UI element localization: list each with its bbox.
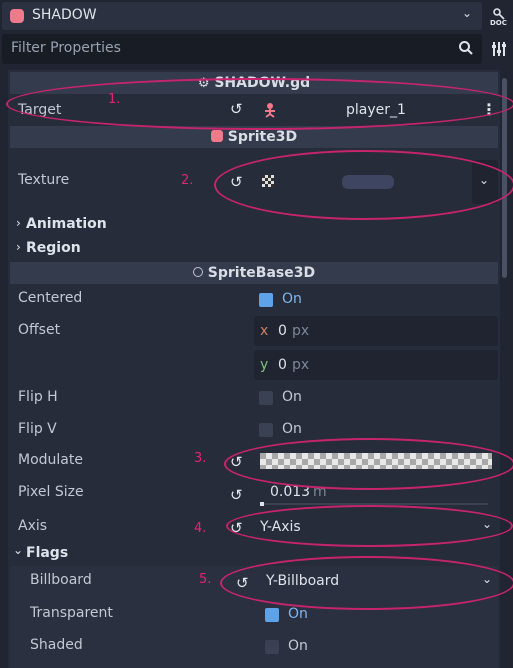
modulate-color-swatch[interactable]: [260, 453, 492, 469]
axis-value[interactable]: Y-Axis: [260, 519, 301, 535]
texture-label: Texture: [18, 172, 70, 188]
annotation-number: 3.: [194, 451, 207, 466]
billboard-label: Billboard: [30, 572, 92, 588]
spritebase-section-header: SpriteBase3D: [10, 262, 498, 284]
pixel-size-slider-track[interactable]: [260, 503, 488, 505]
filter-placeholder: Filter Properties: [11, 40, 121, 56]
revert-icon[interactable]: ↺: [230, 173, 243, 191]
revert-icon[interactable]: ↺: [230, 519, 243, 537]
sprite-icon: [210, 130, 223, 142]
pixel-size-value[interactable]: 0.013: [270, 484, 310, 500]
node-type-icon: [262, 102, 278, 118]
script-section-header: ⚙ SHADOW.gd: [10, 72, 498, 94]
flip-v-label: Flip V: [18, 421, 57, 437]
centered-value: On: [282, 291, 302, 307]
circle-icon: [192, 267, 203, 277]
spritebase-section-title: SpriteBase3D: [207, 265, 316, 281]
chevron-right-icon[interactable]: ›: [16, 240, 21, 254]
offset-y-unit: px: [292, 357, 310, 373]
transparent-checkbox[interactable]: [265, 608, 279, 622]
offset-x-unit: px: [292, 323, 310, 339]
annotation-number: 1.: [108, 92, 121, 107]
flip-h-label: Flip H: [18, 389, 58, 405]
more-options-icon[interactable]: ⋮: [481, 100, 497, 119]
pixel-size-unit: m: [313, 484, 327, 500]
tools-icon[interactable]: [490, 40, 508, 58]
annotation-number: 5.: [199, 572, 212, 587]
transparent-label: Transparent: [30, 605, 113, 621]
chevron-down-icon[interactable]: ⌄: [482, 517, 492, 531]
chevron-down-icon[interactable]: ⌄: [13, 543, 23, 557]
chevron-down-icon[interactable]: ⌄: [482, 572, 492, 586]
texture-preview[interactable]: [342, 175, 394, 189]
revert-icon[interactable]: ↺: [230, 100, 243, 118]
offset-x-value: 0: [278, 323, 287, 339]
chevron-down-icon[interactable]: ⌄: [479, 173, 489, 187]
scrollbar-thumb[interactable]: [502, 78, 507, 278]
revert-icon[interactable]: ↺: [230, 453, 243, 471]
node-name: SHADOW: [32, 7, 97, 23]
animation-group[interactable]: Animation: [26, 216, 107, 232]
flags-group[interactable]: Flags: [26, 545, 68, 561]
modulate-label: Modulate: [18, 452, 83, 468]
centered-label: Centered: [18, 290, 83, 306]
chevron-right-icon[interactable]: ›: [16, 216, 21, 230]
texture-preview-icon[interactable]: [262, 175, 274, 187]
offset-y-value: 0: [278, 357, 287, 373]
pixel-size-slider-fill: [260, 502, 264, 506]
offset-label: Offset: [18, 322, 61, 338]
gear-icon: ⚙: [197, 76, 210, 91]
revert-icon[interactable]: ↺: [236, 574, 249, 592]
offset-y-label: y: [260, 357, 269, 373]
shaded-label: Shaded: [30, 637, 83, 653]
sprite3d-section-header: Sprite3D: [10, 126, 498, 148]
billboard-value[interactable]: Y-Billboard: [266, 573, 339, 589]
chevron-down-icon[interactable]: ⌄: [462, 6, 472, 20]
annotation-number: 2.: [181, 173, 194, 188]
shaded-checkbox[interactable]: [265, 640, 279, 654]
offset-x-field[interactable]: [254, 316, 498, 346]
revert-icon[interactable]: ↺: [230, 486, 243, 504]
pixel-size-label: Pixel Size: [18, 484, 84, 500]
offset-y-field[interactable]: [254, 350, 498, 380]
offset-x-label: x: [260, 323, 269, 339]
target-value[interactable]: player_1: [346, 102, 406, 118]
axis-label: Axis: [18, 518, 48, 534]
script-section-title: SHADOW.gd: [214, 75, 311, 91]
sprite3d-section-title: Sprite3D: [227, 129, 298, 145]
flip-h-value: On: [282, 389, 302, 405]
centered-checkbox[interactable]: [259, 293, 273, 307]
flip-v-checkbox[interactable]: [259, 423, 273, 437]
doc-label: DOC: [490, 19, 507, 27]
annotation-number: 4.: [194, 521, 207, 536]
node-icon: [10, 9, 24, 23]
shaded-value: On: [288, 638, 308, 654]
flip-h-checkbox[interactable]: [259, 391, 273, 405]
region-group[interactable]: Region: [26, 240, 81, 256]
search-icon: [458, 40, 474, 56]
flip-v-value: On: [282, 421, 302, 437]
target-label: Target: [18, 102, 62, 118]
transparent-value: On: [288, 606, 308, 622]
